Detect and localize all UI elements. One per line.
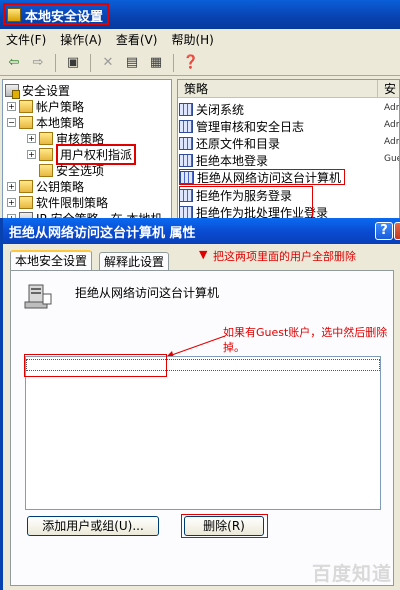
policy-icon	[179, 136, 193, 150]
tree-item-local-policy[interactable]: − 本地策略	[7, 114, 84, 130]
add-user-or-group-button[interactable]: 添加用户或组(U)...	[27, 516, 159, 536]
tree-item-label: 安全选项	[56, 163, 105, 178]
window-titlebar[interactable]: 本地安全设置	[0, 0, 400, 29]
tree-item-software-restriction[interactable]: + 软件限制策略	[7, 194, 108, 210]
back-arrow-icon[interactable]: ⇦	[4, 53, 24, 73]
annotation-box-remove	[181, 514, 268, 538]
menu-view[interactable]: 查看(V)	[116, 31, 158, 48]
properties-icon[interactable]: ▤	[122, 53, 142, 73]
tree-item-security-options[interactable]: 安全选项	[27, 162, 104, 178]
list-item-setting: Adm	[384, 120, 399, 130]
expand-icon[interactable]: +	[27, 149, 36, 159]
list-item[interactable]: 关闭系统	[179, 101, 244, 117]
policy-list-pane: 策略 安 关闭系统 Adm 管理审核和安全日志 Adm 还原文件和目录 Adm …	[177, 79, 400, 222]
list-item-setting: Adm	[384, 137, 399, 147]
menu-help[interactable]: 帮助(H)	[171, 31, 213, 48]
list-item-setting: Gue	[384, 154, 399, 164]
close-button[interactable]	[394, 222, 400, 240]
folder-icon	[39, 131, 53, 145]
expand-icon[interactable]: +	[27, 133, 36, 143]
column-header-policy[interactable]: 策略	[178, 80, 378, 98]
list-item[interactable]: 管理审核和安全日志	[179, 118, 304, 134]
policy-server-icon	[24, 284, 52, 309]
annotation-guest-note: 如果有Guest账户，选中然后删除	[223, 326, 388, 339]
expand-icon[interactable]: +	[7, 101, 16, 111]
expand-icon[interactable]: +	[7, 181, 16, 191]
tree-item-label: 软件限制策略	[36, 195, 109, 210]
toolbar: ⇦ ⇨ ▣ ✕ ▤ ▦ ❓	[0, 50, 400, 76]
list-item[interactable]: 还原文件和目录	[179, 135, 280, 151]
users-groups-list[interactable]	[25, 356, 381, 510]
list-item-name: 还原文件和目录	[196, 136, 281, 151]
menu-file[interactable]: 文件(F)	[6, 31, 46, 48]
folder-icon	[19, 195, 33, 209]
forward-arrow-icon[interactable]: ⇨	[28, 53, 48, 73]
help-icon[interactable]: ❓	[181, 53, 201, 73]
tree-item-label: 安全设置	[22, 83, 71, 98]
toolbar-separator	[55, 53, 56, 72]
list-item-name: 拒绝本地登录	[196, 153, 269, 168]
annotation-arrow-icon: ▼	[199, 248, 208, 261]
annotation-remove-all: 把这两项里面的用户全部删除	[213, 250, 356, 263]
toolbar-separator	[90, 53, 91, 72]
policy-icon	[179, 119, 193, 133]
tree-item-label: 帐户策略	[36, 99, 85, 114]
watermark: 百度知道	[312, 563, 393, 585]
window-title: 本地安全设置	[3, 3, 110, 25]
policy-icon	[180, 170, 194, 184]
list-item-name: 拒绝从网络访问这台计算机	[197, 170, 342, 185]
app-icon	[7, 8, 21, 22]
tree-item-security-settings[interactable]: 安全设置	[5, 82, 71, 99]
list-item-deny-network[interactable]: 拒绝从网络访问这台计算机	[179, 169, 346, 185]
tab-explain-setting[interactable]: 解释此设置	[99, 252, 170, 271]
collapse-icon[interactable]: −	[7, 117, 16, 127]
tree-item-user-rights[interactable]: + 用户权利指派	[27, 143, 137, 165]
toolbar-separator	[173, 53, 174, 72]
expand-icon[interactable]: +	[7, 197, 16, 207]
delete-x-icon[interactable]: ✕	[98, 53, 118, 73]
dialog-titlebar[interactable]: 拒绝从网络访问这台计算机 属性 ?	[3, 218, 400, 244]
policy-icon	[179, 153, 193, 167]
tree-item-public-key[interactable]: + 公钥策略	[7, 178, 84, 194]
tab-local-security-setting[interactable]: 本地安全设置	[10, 250, 93, 271]
annotation-box-user-entry	[24, 354, 167, 377]
export-list-icon[interactable]: ▦	[146, 53, 166, 73]
dialog-title: 拒绝从网络访问这台计算机 属性	[9, 226, 196, 241]
list-header: 策略 安	[178, 80, 399, 98]
policy-icon	[179, 102, 193, 116]
window-title-text: 本地安全设置	[25, 9, 104, 25]
list-item-name: 管理审核和安全日志	[196, 119, 305, 134]
folder-icon	[19, 115, 33, 129]
list-item[interactable]: 拒绝本地登录	[179, 152, 268, 168]
folder-icon	[19, 99, 33, 113]
mmc-window: 本地安全设置 文件(F) 操作(A) 查看(V) 帮助(H) ⇦ ⇨ ▣ ✕ ▤…	[0, 0, 400, 222]
folder-icon	[39, 163, 53, 177]
menu-bar: 文件(F) 操作(A) 查看(V) 帮助(H)	[0, 30, 400, 49]
annotation-box-two-items	[179, 186, 313, 221]
menu-action[interactable]: 操作(A)	[60, 31, 102, 48]
tree-item-label: 本地策略	[36, 115, 85, 130]
tree-item-label: 公钥策略	[36, 179, 85, 194]
folder-icon	[39, 147, 53, 161]
up-folder-icon[interactable]: ▣	[63, 53, 83, 73]
help-button[interactable]: ?	[375, 222, 393, 240]
properties-dialog: 拒绝从网络访问这台计算机 属性 ? 本地安全设置 解释此设置 ▼ 把这两项里面的…	[0, 218, 400, 590]
tree-pane: 安全设置 + 帐户策略 − 本地策略 + 审核策略 + 用户权利指派 安全选项	[2, 79, 172, 222]
list-item-name: 关闭系统	[196, 102, 245, 117]
list-item-setting: Adm	[384, 103, 399, 113]
folder-icon	[19, 179, 33, 193]
security-icon	[5, 83, 20, 99]
policy-name: 拒绝从网络访问这台计算机	[75, 286, 220, 300]
column-header-setting[interactable]: 安	[378, 80, 399, 98]
tree-item-account-policy[interactable]: + 帐户策略	[7, 98, 84, 114]
